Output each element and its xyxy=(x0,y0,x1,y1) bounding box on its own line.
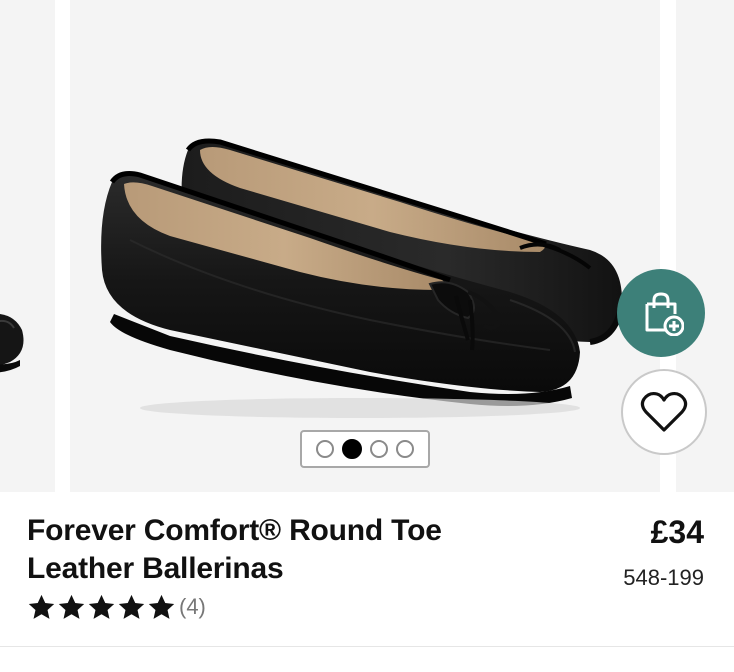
carousel-dot[interactable] xyxy=(316,440,334,458)
rating-stars xyxy=(27,593,176,622)
product-title[interactable]: Forever Comfort® Round Toe Leather Balle… xyxy=(27,512,497,588)
previous-slide-image[interactable] xyxy=(0,0,55,492)
carousel-dot-active[interactable] xyxy=(342,439,362,459)
divider xyxy=(0,646,734,647)
add-to-favourites-button[interactable] xyxy=(621,369,707,455)
star-icon xyxy=(148,594,175,619)
star-icon xyxy=(58,594,85,619)
item-code: 548-199 xyxy=(623,565,704,590)
carousel-dot[interactable] xyxy=(396,440,414,458)
star-icon xyxy=(118,594,145,619)
review-count[interactable]: (4) xyxy=(179,593,206,621)
shopping-bag-plus-icon xyxy=(645,292,684,336)
ballerina-shoes-image xyxy=(101,138,625,418)
product-image-carousel[interactable] xyxy=(0,0,734,492)
heart-icon xyxy=(640,391,688,432)
product-title-line-2[interactable]: Leather Ballerinas xyxy=(27,550,497,588)
star-icon xyxy=(28,594,55,619)
carousel-dot[interactable] xyxy=(370,440,388,458)
add-to-bag-button[interactable] xyxy=(617,269,705,357)
product-price: £34 xyxy=(650,514,704,550)
shoe-toe-image xyxy=(0,313,24,373)
main-product-image[interactable] xyxy=(70,0,660,492)
star-icon xyxy=(88,594,115,619)
carousel-indicator xyxy=(300,430,430,468)
product-card: Forever Comfort® Round Toe Leather Balle… xyxy=(0,0,734,672)
product-rating[interactable]: (4) xyxy=(27,591,206,623)
product-title-line-1[interactable]: Forever Comfort® Round Toe xyxy=(27,512,497,550)
